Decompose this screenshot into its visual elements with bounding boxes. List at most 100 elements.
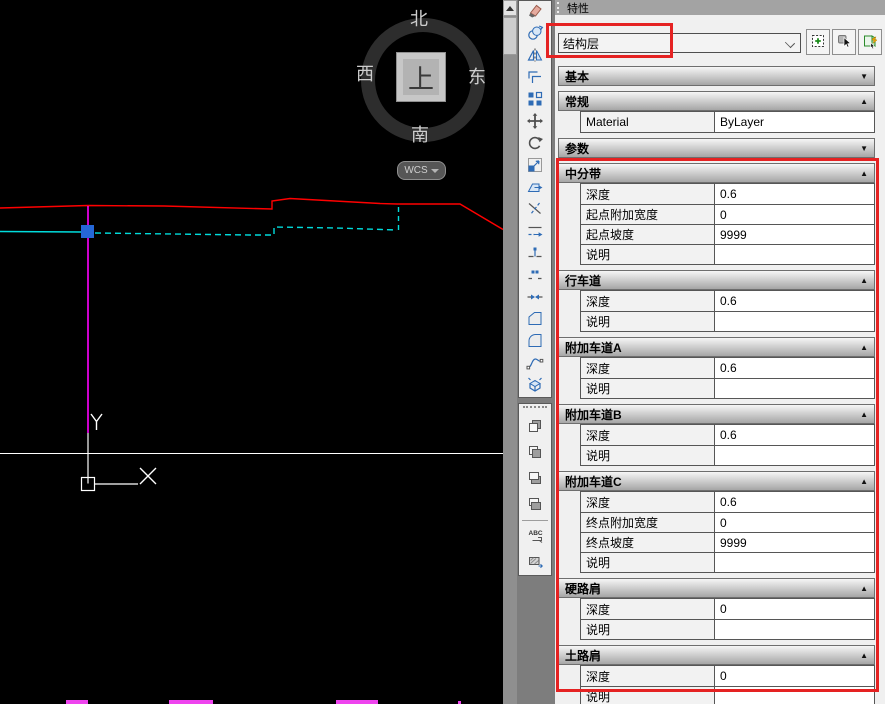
bottom-magenta-marks[interactable]: [66, 700, 461, 704]
property-label: 说明: [581, 553, 715, 572]
bring-text-to-front-button[interactable]: ABC: [519, 523, 551, 549]
collapse-arrow-icon[interactable]: ▲: [860, 584, 868, 593]
expand-arrow-icon[interactable]: ▼: [860, 72, 868, 81]
property-value[interactable]: 0.6: [715, 425, 874, 445]
property-value[interactable]: 0.6: [715, 291, 874, 311]
erase-button[interactable]: [519, 1, 551, 23]
section-header[interactable]: 行车道▲: [558, 270, 875, 290]
property-value[interactable]: [715, 245, 874, 264]
section-header[interactable]: 硬路肩▲: [558, 578, 875, 598]
property-value[interactable]: 0.6: [715, 492, 874, 512]
wcs-button[interactable]: WCS: [397, 161, 446, 180]
explode-button[interactable]: [519, 375, 551, 397]
ground-line-cyan-solid[interactable]: [0, 232, 82, 233]
collapse-arrow-icon[interactable]: ▲: [860, 343, 868, 352]
break-button[interactable]: [519, 265, 551, 287]
trim-button[interactable]: [519, 199, 551, 221]
send-to-back-button[interactable]: [519, 440, 551, 466]
ground-line-cyan-dashed[interactable]: [95, 227, 397, 235]
stretch-button[interactable]: [519, 177, 551, 199]
property-value[interactable]: [715, 446, 874, 465]
property-label: 深度: [581, 666, 715, 686]
scroll-up-button[interactable]: [503, 0, 517, 16]
section-header[interactable]: 附加车道C▲: [558, 471, 875, 491]
selection-grip[interactable]: [81, 225, 94, 238]
property-value[interactable]: 0: [715, 205, 874, 224]
chamfer-button[interactable]: [519, 309, 551, 331]
object-type-combobox[interactable]: 结构层: [558, 33, 801, 53]
property-value[interactable]: [715, 620, 874, 639]
property-section-0: 基本▼: [558, 66, 875, 86]
property-value[interactable]: [715, 687, 874, 704]
toolbar-grip-handle[interactable]: [523, 406, 547, 413]
road-profile-red-polyline[interactable]: [0, 199, 503, 230]
palette-titlebar[interactable]: 特性: [555, 0, 885, 15]
fillet-button[interactable]: [519, 331, 551, 353]
bring-text-to-front-icon: ABC: [527, 527, 543, 546]
section-header[interactable]: 基本▼: [558, 66, 875, 86]
array-icon: [526, 90, 544, 111]
move-button[interactable]: [519, 111, 551, 133]
property-label: 深度: [581, 599, 715, 619]
collapse-arrow-icon[interactable]: ▲: [860, 477, 868, 486]
collapse-arrow-icon[interactable]: ▲: [860, 97, 868, 106]
section-rows: 深度0.6起点附加宽度0起点坡度9999说明: [580, 183, 875, 265]
property-value[interactable]: [715, 312, 874, 331]
array-button[interactable]: [519, 89, 551, 111]
property-value[interactable]: [715, 553, 874, 572]
viewcube-west-label[interactable]: 西: [356, 65, 374, 83]
section-rows: 深度0.6终点附加宽度0终点坡度9999说明: [580, 491, 875, 573]
property-section-5: 附加车道A▲深度0.6说明: [558, 337, 875, 399]
section-header[interactable]: 附加车道A▲: [558, 337, 875, 357]
extend-button[interactable]: [519, 221, 551, 243]
section-header[interactable]: 参数▼: [558, 138, 875, 158]
toggle-pickadd-button[interactable]: [858, 29, 882, 55]
send-hatch-to-back-button[interactable]: [519, 549, 551, 575]
send-under-objects-button[interactable]: [519, 492, 551, 518]
viewcube-top-face[interactable]: 上: [396, 52, 446, 102]
section-header[interactable]: 常规▲: [558, 91, 875, 111]
property-value[interactable]: 0: [715, 599, 874, 619]
section-header[interactable]: 中分带▲: [558, 163, 875, 183]
section-header[interactable]: 附加车道B▲: [558, 404, 875, 424]
explode-icon: [526, 376, 544, 397]
viewcube-north-label[interactable]: 北: [410, 10, 428, 28]
section-header[interactable]: 土路肩 ▲: [558, 645, 875, 665]
collapse-arrow-icon[interactable]: ▲: [860, 169, 868, 178]
property-value[interactable]: [715, 379, 874, 398]
property-value[interactable]: 0.6: [715, 184, 874, 204]
section-title: 土路肩: [565, 647, 601, 664]
property-value[interactable]: 0.6: [715, 358, 874, 378]
property-value[interactable]: 0: [715, 513, 874, 532]
join-button[interactable]: [519, 287, 551, 309]
drawing-canvas[interactable]: 北 西 东 南 上 WCS: [0, 0, 503, 704]
scale-button[interactable]: [519, 155, 551, 177]
palette-grip-handle[interactable]: [557, 2, 562, 13]
property-row: MaterialByLayer: [581, 112, 874, 132]
property-label: Material: [581, 112, 715, 132]
property-value[interactable]: 9999: [715, 533, 874, 552]
expand-arrow-icon[interactable]: ▼: [860, 144, 868, 153]
property-value[interactable]: 9999: [715, 225, 874, 244]
blend-curves-button[interactable]: [519, 353, 551, 375]
scrollbar-thumb[interactable]: [503, 17, 517, 55]
select-objects-button[interactable]: [832, 29, 856, 55]
bring-to-front-button[interactable]: [519, 414, 551, 440]
quick-select-button[interactable]: [806, 29, 830, 55]
copy-button[interactable]: [519, 23, 551, 45]
viewcube-south-label[interactable]: 南: [411, 126, 429, 144]
property-label: 深度: [581, 492, 715, 512]
property-value[interactable]: ByLayer: [715, 112, 874, 132]
collapse-arrow-icon[interactable]: ▲: [860, 276, 868, 285]
bring-above-objects-button[interactable]: [519, 466, 551, 492]
break-at-point-button[interactable]: [519, 243, 551, 265]
canvas-vertical-scrollbar[interactable]: [503, 0, 517, 704]
erase-icon: [526, 2, 544, 23]
collapse-arrow-icon[interactable]: ▲: [860, 410, 868, 419]
property-value[interactable]: 0: [715, 666, 874, 686]
viewcube-east-label[interactable]: 东: [468, 68, 486, 86]
mirror-button[interactable]: [519, 45, 551, 67]
collapse-arrow-icon[interactable]: ▲: [860, 651, 868, 660]
offset-button[interactable]: [519, 67, 551, 89]
rotate-button[interactable]: [519, 133, 551, 155]
